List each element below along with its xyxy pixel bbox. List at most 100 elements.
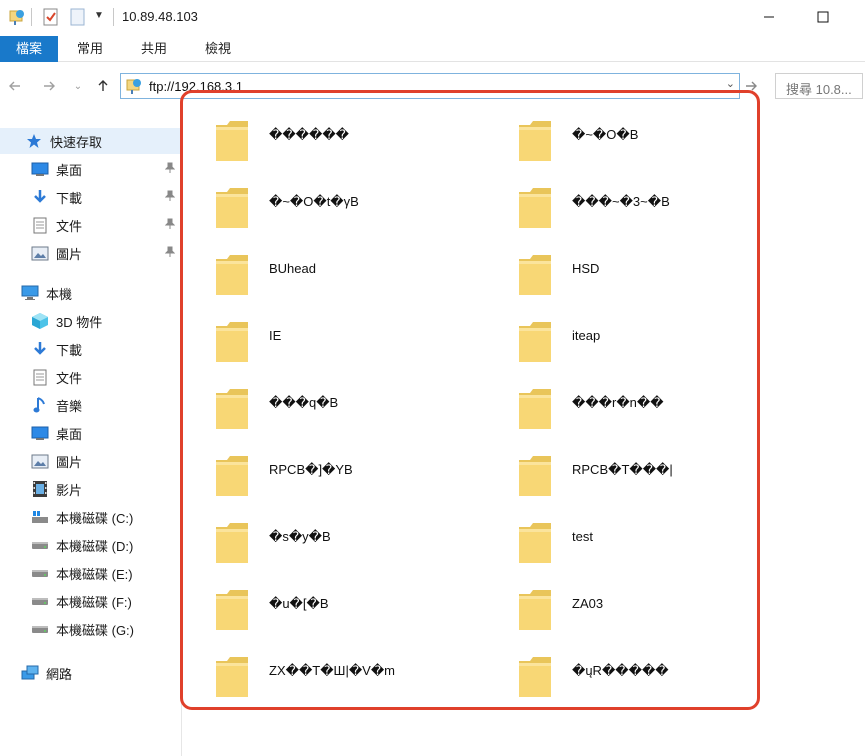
network-icon — [20, 663, 40, 683]
customize-toolbar-icon[interactable]: ▼ — [94, 10, 104, 21]
nav-quick-documents[interactable]: 文件 — [0, 212, 181, 238]
tab-view[interactable]: 檢視 — [190, 36, 246, 62]
go-button[interactable] — [741, 73, 761, 99]
folder-icon — [518, 253, 552, 300]
maximize-button[interactable] — [800, 0, 846, 34]
pin-icon[interactable] — [164, 246, 176, 261]
download-icon — [30, 187, 50, 207]
folder-item[interactable]: ���r�n�� — [518, 387, 808, 447]
address-input[interactable]: ftp://192.168.3.1 — [149, 79, 243, 94]
system-drive-icon — [30, 507, 50, 527]
nav-label: 下載 — [56, 342, 83, 358]
nav-downloads[interactable]: 下載 — [0, 336, 181, 362]
search-input[interactable]: 搜尋 10.8... — [786, 79, 852, 98]
folder-item[interactable]: iteap — [518, 320, 808, 380]
pictures-icon — [30, 243, 50, 263]
nav-quick-pictures[interactable]: 圖片 — [0, 240, 181, 266]
tab-share[interactable]: 共用 — [126, 36, 182, 62]
folder-icon — [215, 186, 249, 233]
nav-label: 圖片 — [56, 454, 83, 470]
file-list-pane: ������ �~�O�B �~�O�t�γB ���~�3~�B BUhead HSD I… — [183, 105, 865, 756]
pin-icon[interactable] — [164, 218, 176, 233]
minimize-icon — [764, 16, 774, 18]
folder-icon — [215, 588, 249, 635]
nav-quick-desktop[interactable]: 桌面 — [0, 156, 181, 182]
folder-name: ���r�n�� — [572, 395, 664, 410]
folder-item[interactable]: �~�O�B — [518, 119, 808, 179]
nav-network[interactable]: 網路 — [0, 660, 181, 686]
folder-icon — [518, 454, 552, 501]
nav-label: 本機磁碟 (D:) — [56, 538, 134, 554]
tab-home[interactable]: 常用 — [62, 36, 118, 62]
nav-label: 文件 — [56, 370, 83, 386]
nav-label: 圖片 — [56, 246, 83, 262]
folder-item[interactable]: �s�y�B — [215, 521, 505, 581]
folder-name: RPCB�]�YB — [269, 462, 353, 477]
folder-item[interactable]: ���~�3~�B — [518, 186, 808, 246]
folder-item[interactable]: �ųR����� — [518, 655, 808, 715]
drive-icon — [30, 535, 50, 555]
ftp-location-icon — [125, 77, 143, 98]
chevron-down-icon[interactable]: ⌄ — [726, 77, 735, 90]
folder-icon — [518, 186, 552, 233]
go-arrow-icon — [746, 81, 757, 91]
folder-item[interactable]: ������ — [215, 119, 505, 179]
document-icon — [30, 367, 50, 387]
nav-pictures[interactable]: 圖片 — [0, 448, 181, 474]
nav-drive-g[interactable]: 本機磁碟 (G:) — [0, 616, 181, 642]
new-folder-icon[interactable] — [70, 8, 86, 29]
title-separator — [113, 8, 114, 26]
minimize-button[interactable] — [746, 0, 792, 34]
nav-3d-objects[interactable]: 3D 物件 — [0, 308, 181, 334]
drive-icon — [30, 563, 50, 583]
folder-icon — [518, 320, 552, 367]
folder-item[interactable]: test — [518, 521, 808, 581]
folder-name: �u�[�B — [269, 596, 329, 611]
up-button[interactable] — [92, 76, 114, 96]
nav-desktop[interactable]: 桌面 — [0, 420, 181, 446]
properties-icon[interactable] — [42, 8, 60, 29]
nav-quick-access[interactable]: 快速存取 — [0, 128, 181, 154]
folder-item[interactable]: IE — [215, 320, 505, 380]
folder-item[interactable]: �~�O�t�γB — [215, 186, 505, 246]
address-bar[interactable]: ftp://192.168.3.1 ⌄ — [120, 73, 740, 99]
folder-name: ZX��T�Ш|�V�m — [269, 663, 395, 678]
nav-quick-downloads[interactable]: 下載 — [0, 184, 181, 210]
folder-item[interactable]: RPCB�T���| — [518, 454, 808, 514]
pin-icon[interactable] — [164, 190, 176, 205]
folder-name: �~�O�t�γB — [269, 194, 359, 209]
folder-item[interactable]: ���q�B — [215, 387, 505, 447]
folder-item[interactable]: ZX��T�Ш|�V�m — [215, 655, 505, 715]
nav-drive-d[interactable]: 本機磁碟 (D:) — [0, 532, 181, 558]
folder-item[interactable]: �u�[�B — [215, 588, 505, 648]
nav-drive-c[interactable]: 本機磁碟 (C:) — [0, 504, 181, 530]
ribbon-tabs: 檔案 常用 共用 檢視 — [0, 36, 865, 62]
maximize-icon — [817, 11, 829, 23]
folder-item[interactable]: ZA03 — [518, 588, 808, 648]
forward-arrow-icon — [44, 81, 55, 91]
search-box[interactable]: 搜尋 10.8... — [775, 73, 863, 99]
drive-icon — [30, 591, 50, 611]
nav-music[interactable]: 音樂 — [0, 392, 181, 418]
recent-locations-button[interactable]: ⌄ — [70, 76, 86, 96]
folder-name: HSD — [572, 261, 600, 276]
nav-label: 音樂 — [56, 398, 83, 414]
folder-item[interactable]: BUhead — [215, 253, 505, 313]
back-button[interactable] — [4, 76, 26, 96]
forward-button[interactable] — [38, 76, 60, 96]
folder-item[interactable]: RPCB�]�YB — [215, 454, 505, 514]
nav-this-pc[interactable]: 本機 — [0, 280, 181, 306]
nav-documents[interactable]: 文件 — [0, 364, 181, 390]
tab-file[interactable]: 檔案 — [0, 36, 58, 62]
nav-label: 文件 — [56, 218, 83, 234]
nav-videos[interactable]: 影片 — [0, 476, 181, 502]
ftp-location-icon[interactable] — [8, 8, 26, 29]
folder-item[interactable]: HSD — [518, 253, 808, 313]
pin-icon[interactable] — [164, 162, 176, 177]
folder-name: RPCB�T���| — [572, 462, 673, 477]
folder-icon — [215, 320, 249, 367]
folder-icon — [518, 655, 552, 702]
folder-name: ���~�3~�B — [572, 194, 670, 209]
nav-drive-f[interactable]: 本機磁碟 (F:) — [0, 588, 181, 614]
nav-drive-e[interactable]: 本機磁碟 (E:) — [0, 560, 181, 586]
